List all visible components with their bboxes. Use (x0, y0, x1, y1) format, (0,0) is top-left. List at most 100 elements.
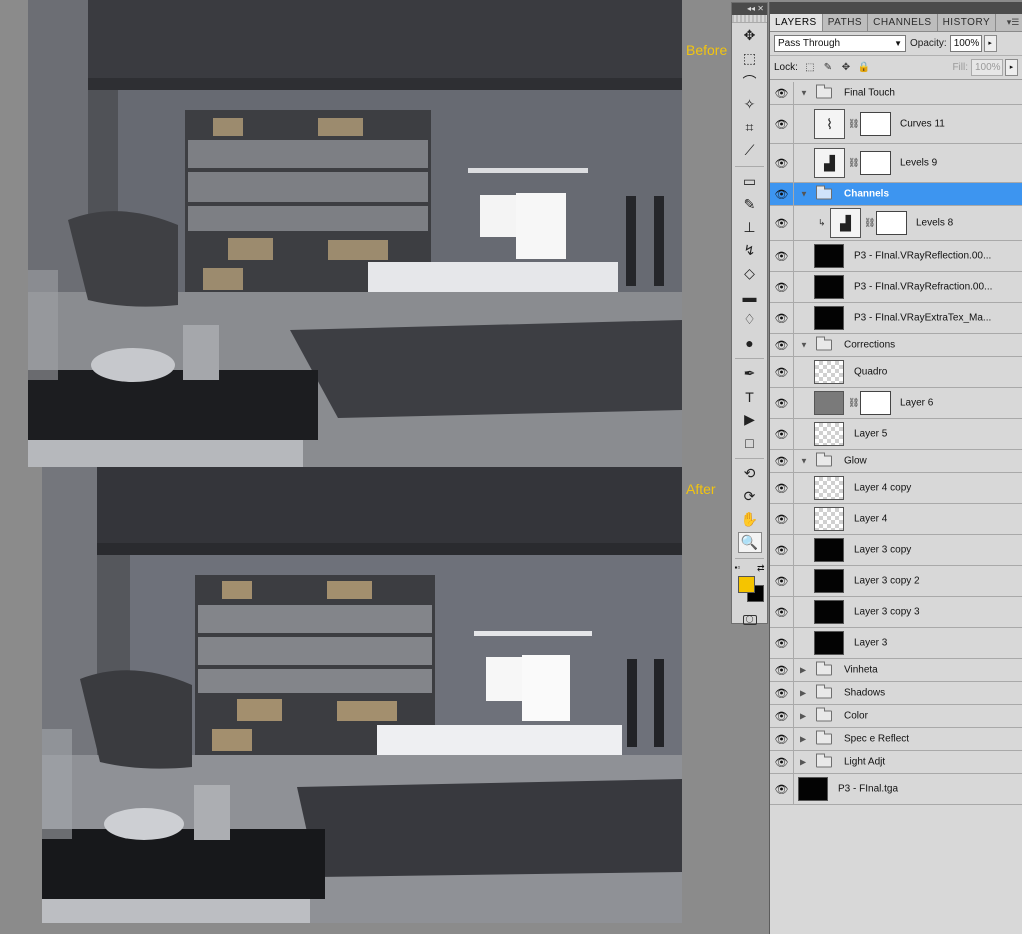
gradient-tool[interactable]: ▬ (738, 286, 762, 307)
tab-paths[interactable]: PATHS (823, 14, 869, 31)
history-brush-tool[interactable]: ↯ (738, 240, 762, 261)
foreground-color-swatch[interactable] (737, 576, 755, 593)
blur-tool[interactable]: ♢ (738, 309, 762, 330)
tab-channels[interactable]: CHANNELS (868, 14, 938, 31)
layer-thumbnail[interactable] (814, 391, 844, 415)
fill-input[interactable]: 100% (971, 59, 1003, 76)
pen-tool[interactable]: ✒ (738, 363, 762, 384)
blend-mode-select[interactable]: Pass Through ▼ (774, 35, 906, 52)
dodge-tool[interactable]: ● (738, 332, 762, 353)
lock-position-icon[interactable]: ✥ (840, 62, 852, 74)
tools-panel-grip[interactable] (732, 15, 767, 23)
quick-mask-button[interactable]: ◯ (738, 609, 762, 630)
swap-colors-icon[interactable]: ⇄ (757, 563, 765, 574)
visibility-eye-icon[interactable]: 👁 (770, 144, 794, 182)
layers-panel-header[interactable] (770, 2, 1022, 14)
layer-row[interactable]: 👁 Quadro (770, 357, 1022, 388)
layer-thumbnail[interactable] (814, 306, 844, 330)
tab-history[interactable]: HISTORY (938, 14, 997, 31)
link-icon[interactable]: ⛓ (848, 398, 859, 409)
layer-row[interactable]: 👁 ▼ Final Touch (770, 82, 1022, 105)
collapse-group-icon[interactable]: ▼ (800, 190, 808, 199)
visibility-eye-icon[interactable]: 👁 (770, 388, 794, 418)
expand-group-icon[interactable]: ▶ (800, 689, 806, 698)
hand-tool[interactable]: ✋ (738, 509, 762, 530)
layer-thumbnail[interactable] (814, 360, 844, 384)
layer-row[interactable]: 👁 ▼ Channels (770, 183, 1022, 206)
layer-thumbnail[interactable] (814, 507, 844, 531)
lock-pixels-icon[interactable]: ✎ (822, 62, 834, 74)
layer-row[interactable]: 👁 Layer 5 (770, 419, 1022, 450)
layer-thumbnail[interactable] (798, 777, 828, 801)
layer-thumbnail[interactable] (814, 538, 844, 562)
visibility-eye-icon[interactable]: 👁 (770, 566, 794, 596)
layer-thumbnail[interactable] (814, 476, 844, 500)
eyedropper-tool[interactable]: ⟋ (738, 140, 762, 161)
collapse-group-icon[interactable]: ▼ (800, 89, 808, 98)
layer-mask-thumbnail[interactable] (860, 391, 891, 415)
layer-row[interactable]: 👁 ▟ ⛓ Levels 9 (770, 144, 1022, 183)
visibility-eye-icon[interactable]: 👁 (770, 628, 794, 658)
visibility-eye-icon[interactable]: 👁 (770, 705, 794, 727)
move-tool[interactable]: ✥ (738, 25, 762, 46)
layer-mask-thumbnail[interactable] (876, 211, 907, 235)
healing-brush-tool[interactable]: ▭ (738, 171, 762, 192)
layer-row[interactable]: 👁 P3 - FInal.VRayReflection.00... (770, 241, 1022, 272)
visibility-eye-icon[interactable]: 👁 (770, 774, 794, 804)
layer-thumbnail[interactable] (814, 422, 844, 446)
path-selection-tool[interactable]: ▶ (738, 409, 762, 430)
visibility-eye-icon[interactable]: 👁 (770, 682, 794, 704)
layer-thumbnail[interactable] (814, 569, 844, 593)
layer-row[interactable]: 👁 P3 - FInal.tga (770, 774, 1022, 805)
visibility-eye-icon[interactable]: 👁 (770, 303, 794, 333)
visibility-eye-icon[interactable]: 👁 (770, 272, 794, 302)
3d-rotate-tool[interactable]: ⟲ (738, 463, 762, 484)
visibility-eye-icon[interactable]: 👁 (770, 357, 794, 387)
link-icon[interactable]: ⛓ (848, 119, 859, 130)
levels-adjustment-icon[interactable]: ▟ (814, 148, 845, 178)
lasso-tool[interactable]: ⌒ (738, 71, 762, 92)
visibility-eye-icon[interactable]: 👁 (770, 241, 794, 271)
layer-row[interactable]: 👁 ↳ ▟ ⛓ Levels 8 (770, 206, 1022, 241)
visibility-eye-icon[interactable]: 👁 (770, 597, 794, 627)
visibility-eye-icon[interactable]: 👁 (770, 183, 794, 205)
layer-mask-thumbnail[interactable] (860, 112, 891, 136)
visibility-eye-icon[interactable]: 👁 (770, 105, 794, 143)
layer-thumbnail[interactable] (814, 600, 844, 624)
visibility-eye-icon[interactable]: 👁 (770, 419, 794, 449)
layer-row[interactable]: 👁 ⛓ Layer 6 (770, 388, 1022, 419)
layer-row[interactable]: 👁 Layer 4 copy (770, 473, 1022, 504)
magic-wand-tool[interactable]: ✧ (738, 94, 762, 115)
3d-orbit-tool[interactable]: ⟳ (738, 486, 762, 507)
visibility-eye-icon[interactable]: 👁 (770, 473, 794, 503)
brush-tool[interactable]: ✎ (738, 194, 762, 215)
layer-row[interactable]: 👁 ▶ Spec e Reflect (770, 728, 1022, 751)
clone-stamp-tool[interactable]: ⊥ (738, 217, 762, 238)
visibility-eye-icon[interactable]: 👁 (770, 751, 794, 773)
lock-transparency-icon[interactable]: ⬚ (804, 62, 816, 74)
link-icon[interactable]: ⛓ (848, 158, 859, 169)
opacity-input[interactable]: 100% (949, 35, 982, 52)
lock-all-icon[interactable]: 🔒 (858, 62, 870, 74)
default-colors-icon[interactable]: ▪▫ (735, 563, 741, 572)
visibility-eye-icon[interactable]: 👁 (770, 728, 794, 750)
expand-group-icon[interactable]: ▶ (800, 758, 806, 767)
expand-group-icon[interactable]: ▶ (800, 735, 806, 744)
type-tool[interactable]: T (738, 386, 762, 407)
expand-group-icon[interactable]: ▶ (800, 712, 806, 721)
tools-panel-header[interactable]: ◂◂ ✕ (732, 3, 767, 15)
link-icon[interactable]: ⛓ (864, 218, 875, 229)
layer-row[interactable]: 👁 ▶ Vinheta (770, 659, 1022, 682)
visibility-eye-icon[interactable]: 👁 (770, 535, 794, 565)
eraser-tool[interactable]: ◇ (738, 263, 762, 284)
visibility-eye-icon[interactable]: 👁 (770, 82, 794, 104)
layer-thumbnail[interactable] (814, 244, 844, 268)
visibility-eye-icon[interactable]: 👁 (770, 206, 794, 240)
layer-row[interactable]: 👁 ▶ Shadows (770, 682, 1022, 705)
panel-menu-icon[interactable]: ▾☰ (1004, 14, 1022, 31)
curves-adjustment-icon[interactable]: ⌇ (814, 109, 845, 139)
visibility-eye-icon[interactable]: 👁 (770, 504, 794, 534)
layer-row[interactable]: 👁 Layer 3 copy 3 (770, 597, 1022, 628)
expand-group-icon[interactable]: ▶ (800, 666, 806, 675)
layer-thumbnail[interactable] (814, 275, 844, 299)
